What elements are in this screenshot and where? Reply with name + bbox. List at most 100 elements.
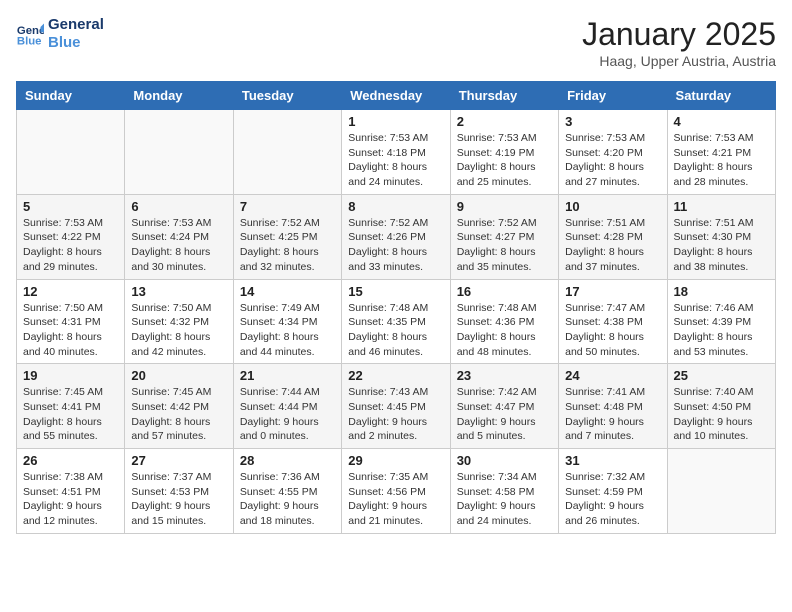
calendar-header-tuesday: Tuesday bbox=[233, 82, 341, 110]
calendar-cell: 6 Sunrise: 7:53 AM Sunset: 4:24 PM Daylig… bbox=[125, 194, 233, 279]
calendar-header-thursday: Thursday bbox=[450, 82, 558, 110]
day-info: Sunrise: 7:38 AM Sunset: 4:51 PM Dayligh… bbox=[23, 470, 118, 529]
day-info: Sunrise: 7:41 AM Sunset: 4:48 PM Dayligh… bbox=[565, 385, 660, 444]
calendar-cell: 29 Sunrise: 7:35 AM Sunset: 4:56 PM Dayli… bbox=[342, 449, 450, 534]
day-number: 27 bbox=[131, 453, 226, 468]
day-info: Sunrise: 7:48 AM Sunset: 4:35 PM Dayligh… bbox=[348, 301, 443, 360]
page-header: General Blue General Blue January 2025 H… bbox=[16, 16, 776, 69]
day-number: 4 bbox=[674, 114, 769, 129]
day-info: Sunrise: 7:52 AM Sunset: 4:25 PM Dayligh… bbox=[240, 216, 335, 275]
day-number: 25 bbox=[674, 368, 769, 383]
day-info: Sunrise: 7:53 AM Sunset: 4:24 PM Dayligh… bbox=[131, 216, 226, 275]
calendar-cell: 28Sunrise: 7:36 AM Sunset: 4:55 PM Dayli… bbox=[233, 449, 341, 534]
calendar-cell: 27 Sunrise: 7:37 AM Sunset: 4:53 PM Dayli… bbox=[125, 449, 233, 534]
calendar-week-row: 5 Sunrise: 7:53 AM Sunset: 4:22 PM Daylig… bbox=[17, 194, 776, 279]
calendar-cell bbox=[125, 110, 233, 195]
calendar-week-row: 19Sunrise: 7:45 AM Sunset: 4:41 PM Dayli… bbox=[17, 364, 776, 449]
day-info: Sunrise: 7:43 AM Sunset: 4:45 PM Dayligh… bbox=[348, 385, 443, 444]
calendar-header-sunday: Sunday bbox=[17, 82, 125, 110]
calendar-cell: 17Sunrise: 7:47 AM Sunset: 4:38 PM Dayli… bbox=[559, 279, 667, 364]
day-info: Sunrise: 7:50 AM Sunset: 4:32 PM Dayligh… bbox=[131, 301, 226, 360]
calendar-cell: 8Sunrise: 7:52 AM Sunset: 4:26 PM Daylig… bbox=[342, 194, 450, 279]
calendar-cell: 22 Sunrise: 7:43 AM Sunset: 4:45 PM Dayli… bbox=[342, 364, 450, 449]
day-info: Sunrise: 7:34 AM Sunset: 4:58 PM Dayligh… bbox=[457, 470, 552, 529]
calendar-cell: 30 Sunrise: 7:34 AM Sunset: 4:58 PM Dayli… bbox=[450, 449, 558, 534]
calendar-table: SundayMondayTuesdayWednesdayThursdayFrid… bbox=[16, 81, 776, 534]
calendar-cell: 19Sunrise: 7:45 AM Sunset: 4:41 PM Dayli… bbox=[17, 364, 125, 449]
day-number: 28 bbox=[240, 453, 335, 468]
calendar-header-wednesday: Wednesday bbox=[342, 82, 450, 110]
calendar-cell bbox=[233, 110, 341, 195]
calendar-cell: 16Sunrise: 7:48 AM Sunset: 4:36 PM Dayli… bbox=[450, 279, 558, 364]
calendar-cell: 23Sunrise: 7:42 AM Sunset: 4:47 PM Dayli… bbox=[450, 364, 558, 449]
day-number: 15 bbox=[348, 284, 443, 299]
svg-text:Blue: Blue bbox=[17, 36, 42, 48]
day-info: Sunrise: 7:52 AM Sunset: 4:27 PM Dayligh… bbox=[457, 216, 552, 275]
day-number: 24 bbox=[565, 368, 660, 383]
day-number: 14 bbox=[240, 284, 335, 299]
calendar-cell: 13 Sunrise: 7:50 AM Sunset: 4:32 PM Dayli… bbox=[125, 279, 233, 364]
day-info: Sunrise: 7:45 AM Sunset: 4:41 PM Dayligh… bbox=[23, 385, 118, 444]
day-info: Sunrise: 7:37 AM Sunset: 4:53 PM Dayligh… bbox=[131, 470, 226, 529]
day-number: 26 bbox=[23, 453, 118, 468]
logo-line1: General bbox=[48, 16, 104, 34]
calendar-cell: 24 Sunrise: 7:41 AM Sunset: 4:48 PM Dayli… bbox=[559, 364, 667, 449]
calendar-header-saturday: Saturday bbox=[667, 82, 775, 110]
calendar-cell: 20Sunrise: 7:45 AM Sunset: 4:42 PM Dayli… bbox=[125, 364, 233, 449]
day-info: Sunrise: 7:51 AM Sunset: 4:30 PM Dayligh… bbox=[674, 216, 769, 275]
day-info: Sunrise: 7:44 AM Sunset: 4:44 PM Dayligh… bbox=[240, 385, 335, 444]
calendar-cell: 14 Sunrise: 7:49 AM Sunset: 4:34 PM Dayli… bbox=[233, 279, 341, 364]
day-info: Sunrise: 7:40 AM Sunset: 4:50 PM Dayligh… bbox=[674, 385, 769, 444]
calendar-cell: 12 Sunrise: 7:50 AM Sunset: 4:31 PM Dayli… bbox=[17, 279, 125, 364]
day-info: Sunrise: 7:53 AM Sunset: 4:21 PM Dayligh… bbox=[674, 131, 769, 190]
day-info: Sunrise: 7:53 AM Sunset: 4:22 PM Dayligh… bbox=[23, 216, 118, 275]
logo-line2: Blue bbox=[48, 34, 104, 52]
calendar-cell: 31 Sunrise: 7:32 AM Sunset: 4:59 PM Dayli… bbox=[559, 449, 667, 534]
calendar-cell: 11 Sunrise: 7:51 AM Sunset: 4:30 PM Dayli… bbox=[667, 194, 775, 279]
calendar-cell: 25 Sunrise: 7:40 AM Sunset: 4:50 PM Dayli… bbox=[667, 364, 775, 449]
day-number: 5 bbox=[23, 199, 118, 214]
day-info: Sunrise: 7:46 AM Sunset: 4:39 PM Dayligh… bbox=[674, 301, 769, 360]
calendar-cell: 2Sunrise: 7:53 AM Sunset: 4:19 PM Daylig… bbox=[450, 110, 558, 195]
calendar-cell: 5 Sunrise: 7:53 AM Sunset: 4:22 PM Daylig… bbox=[17, 194, 125, 279]
calendar-header-row: SundayMondayTuesdayWednesdayThursdayFrid… bbox=[17, 82, 776, 110]
day-number: 22 bbox=[348, 368, 443, 383]
calendar-cell: 18 Sunrise: 7:46 AM Sunset: 4:39 PM Dayli… bbox=[667, 279, 775, 364]
calendar-cell: 10Sunrise: 7:51 AM Sunset: 4:28 PM Dayli… bbox=[559, 194, 667, 279]
day-number: 30 bbox=[457, 453, 552, 468]
calendar-cell: 21 Sunrise: 7:44 AM Sunset: 4:44 PM Dayli… bbox=[233, 364, 341, 449]
day-info: Sunrise: 7:53 AM Sunset: 4:18 PM Dayligh… bbox=[348, 131, 443, 190]
calendar-cell: 26 Sunrise: 7:38 AM Sunset: 4:51 PM Dayli… bbox=[17, 449, 125, 534]
day-number: 17 bbox=[565, 284, 660, 299]
day-info: Sunrise: 7:53 AM Sunset: 4:19 PM Dayligh… bbox=[457, 131, 552, 190]
day-info: Sunrise: 7:48 AM Sunset: 4:36 PM Dayligh… bbox=[457, 301, 552, 360]
logo-icon: General Blue bbox=[16, 20, 44, 48]
calendar-cell: 1Sunrise: 7:53 AM Sunset: 4:18 PM Daylig… bbox=[342, 110, 450, 195]
day-number: 6 bbox=[131, 199, 226, 214]
day-info: Sunrise: 7:35 AM Sunset: 4:56 PM Dayligh… bbox=[348, 470, 443, 529]
calendar-header-monday: Monday bbox=[125, 82, 233, 110]
day-number: 21 bbox=[240, 368, 335, 383]
day-info: Sunrise: 7:49 AM Sunset: 4:34 PM Dayligh… bbox=[240, 301, 335, 360]
day-number: 29 bbox=[348, 453, 443, 468]
day-number: 12 bbox=[23, 284, 118, 299]
calendar-cell: 3Sunrise: 7:53 AM Sunset: 4:20 PM Daylig… bbox=[559, 110, 667, 195]
day-info: Sunrise: 7:32 AM Sunset: 4:59 PM Dayligh… bbox=[565, 470, 660, 529]
calendar-cell: 15 Sunrise: 7:48 AM Sunset: 4:35 PM Dayli… bbox=[342, 279, 450, 364]
calendar-cell: 9Sunrise: 7:52 AM Sunset: 4:27 PM Daylig… bbox=[450, 194, 558, 279]
calendar-cell: 7Sunrise: 7:52 AM Sunset: 4:25 PM Daylig… bbox=[233, 194, 341, 279]
day-info: Sunrise: 7:42 AM Sunset: 4:47 PM Dayligh… bbox=[457, 385, 552, 444]
calendar-cell: 4 Sunrise: 7:53 AM Sunset: 4:21 PM Daylig… bbox=[667, 110, 775, 195]
day-info: Sunrise: 7:51 AM Sunset: 4:28 PM Dayligh… bbox=[565, 216, 660, 275]
calendar-cell bbox=[17, 110, 125, 195]
day-info: Sunrise: 7:50 AM Sunset: 4:31 PM Dayligh… bbox=[23, 301, 118, 360]
day-number: 13 bbox=[131, 284, 226, 299]
day-number: 3 bbox=[565, 114, 660, 129]
day-number: 31 bbox=[565, 453, 660, 468]
calendar-cell bbox=[667, 449, 775, 534]
calendar-header-friday: Friday bbox=[559, 82, 667, 110]
location: Haag, Upper Austria, Austria bbox=[582, 53, 776, 69]
day-number: 11 bbox=[674, 199, 769, 214]
day-number: 18 bbox=[674, 284, 769, 299]
calendar-week-row: 12 Sunrise: 7:50 AM Sunset: 4:31 PM Dayli… bbox=[17, 279, 776, 364]
